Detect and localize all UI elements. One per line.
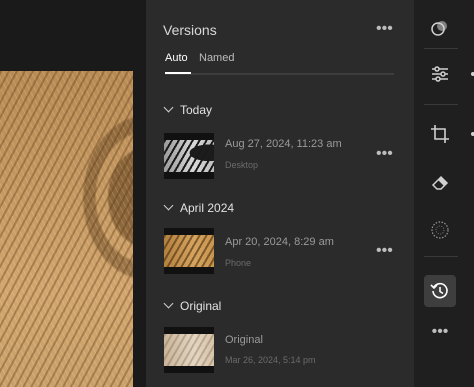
version-source: Mar 26, 2024, 5:14 pm [225,355,316,365]
versions-history-icon [430,282,448,299]
tab-named[interactable]: Named [199,52,234,64]
edit-sliders-icon [432,66,448,82]
version-more-button[interactable]: ••• [376,146,393,162]
tool-divider [424,256,458,257]
crop-icon [431,125,449,143]
chevron-down-icon [163,298,174,309]
chevron-down-icon [163,102,174,113]
tool-strip: ••• [414,0,474,387]
thumbnail-image [164,334,214,366]
eraser-tool[interactable] [424,166,456,198]
panel-title: Versions [163,22,217,38]
thumbnail-image [164,140,214,172]
versions-panel: Versions ••• Auto Named Today Aug 27, 20… [145,0,415,387]
tab-divider [165,73,394,75]
tool-divider [424,48,458,49]
panel-more-button[interactable]: ••• [376,21,393,37]
tool-divider [424,104,458,105]
more-tools-button[interactable]: ••• [424,316,456,348]
active-tab-indicator [165,72,191,74]
crop-tool[interactable] [424,118,456,150]
section-label: Today [180,103,213,117]
version-date: Aug 27, 2024, 11:23 am [225,138,342,150]
version-source: Phone [225,258,252,268]
masking-tool[interactable] [424,214,456,246]
photo-canvas[interactable] [0,0,145,387]
section-header-original[interactable]: Original [163,298,222,313]
section-label: Original [180,299,222,313]
eraser-icon [431,175,449,190]
version-more-button[interactable]: ••• [376,243,393,259]
version-thumbnail[interactable] [164,228,214,274]
edit-tool[interactable] [424,58,456,90]
version-thumbnail[interactable] [164,327,214,373]
version-date: Apr 20, 2024, 8:29 am [225,236,334,248]
tab-auto[interactable]: Auto [165,52,188,64]
version-thumbnail[interactable] [164,133,214,179]
chevron-down-icon [163,200,174,211]
section-header-april-2024[interactable]: April 2024 [163,200,235,215]
masking-icon [431,221,449,239]
thumbnail-image [164,235,214,267]
section-label: April 2024 [180,201,235,215]
presets-tool[interactable] [424,12,456,44]
section-header-today[interactable]: Today [163,102,213,117]
version-source: Desktop [225,160,259,170]
version-date: Original [225,334,263,346]
presets-icon [431,21,447,36]
photo-preview [0,71,133,387]
more-icon: ••• [431,323,449,340]
versions-tool[interactable] [424,275,456,307]
